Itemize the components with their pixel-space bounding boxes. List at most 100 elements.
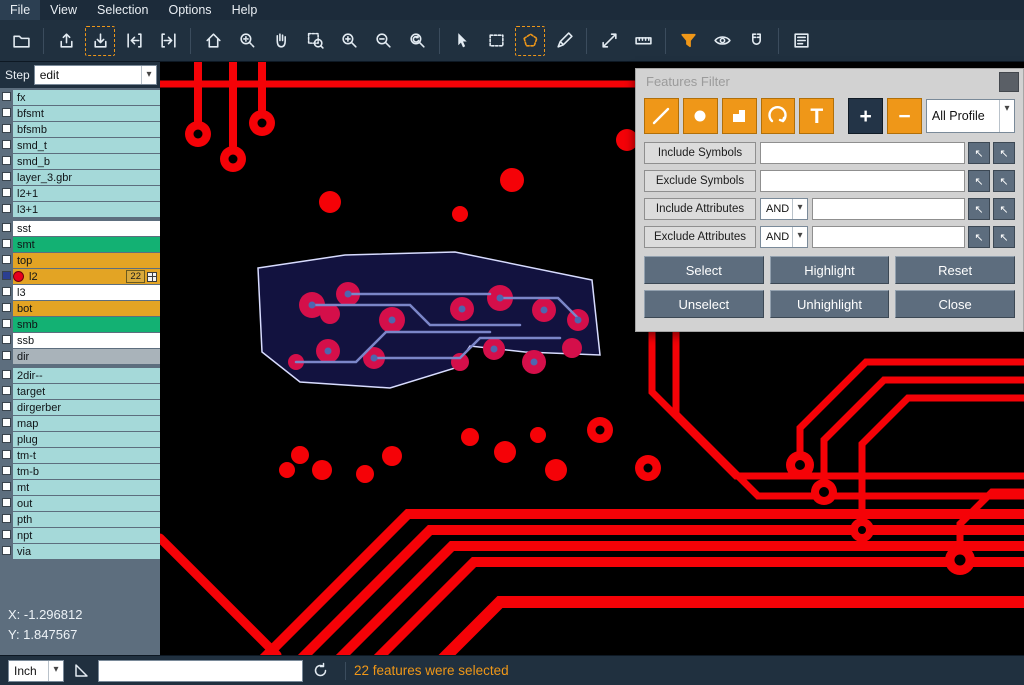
snap-magnet-icon[interactable] (741, 26, 771, 56)
layer-name[interactable]: out (17, 498, 32, 510)
pan-hand-icon[interactable] (266, 26, 296, 56)
layer-name[interactable]: l3+1 (17, 204, 38, 216)
measure-line-icon[interactable] (594, 26, 624, 56)
layer-name[interactable]: bfsmb (17, 124, 47, 136)
include-attributes-pick-add-button[interactable]: ↖ (993, 198, 1015, 220)
layer-name[interactable]: target (17, 386, 45, 398)
view-eye-icon[interactable] (707, 26, 737, 56)
layer-visibility-checkbox[interactable] (2, 271, 11, 280)
exclude-symbols-input[interactable] (760, 170, 965, 192)
unhighlight-button[interactable]: Unhighlight (770, 290, 890, 318)
layer-name[interactable]: smd_b (17, 156, 50, 168)
exclude-attributes-button[interactable]: Exclude Attributes (644, 226, 756, 248)
layer-name[interactable]: l3 (17, 287, 26, 299)
layer-visibility-checkbox[interactable] (2, 434, 11, 443)
layer-visibility-checkbox[interactable] (2, 255, 11, 264)
layer-row-map[interactable]: map (0, 416, 160, 431)
layer-row-pth[interactable]: pth (0, 512, 160, 527)
layer-row-top[interactable]: top (0, 253, 160, 268)
layer-name[interactable]: bfsmt (17, 108, 44, 120)
layer-row-dir[interactable]: dir (0, 349, 160, 364)
rectangle-select-icon[interactable] (481, 26, 511, 56)
layer-visibility-checkbox[interactable] (2, 140, 11, 149)
layer-visibility-checkbox[interactable] (2, 223, 11, 232)
layer-visibility-checkbox[interactable] (2, 108, 11, 117)
layer-visibility-checkbox[interactable] (2, 156, 11, 165)
menu-selection[interactable]: Selection (87, 0, 158, 20)
exclude-attributes-logic-select[interactable]: AND ▾ (760, 226, 808, 248)
layer-row-via[interactable]: via (0, 544, 160, 559)
layer-name[interactable]: l2 (29, 271, 38, 283)
pcb-canvas[interactable]: Features Filter T + − All Profile (160, 62, 1024, 655)
layer-name[interactable]: mt (17, 482, 29, 494)
layer-name[interactable]: dir (17, 351, 29, 363)
layer-visibility-checkbox[interactable] (2, 319, 11, 328)
dock-in-left-icon[interactable] (119, 26, 149, 56)
refresh-icon[interactable] (309, 660, 331, 682)
layer-visibility-checkbox[interactable] (2, 351, 11, 360)
menu-options[interactable]: Options (158, 0, 221, 20)
layer-name[interactable]: l2+1 (17, 188, 38, 200)
add-filter-button[interactable]: + (848, 98, 883, 134)
layer-name[interactable]: 2dir-- (17, 370, 43, 382)
layer-row-sst[interactable]: sst (0, 221, 160, 236)
open-folder-icon[interactable] (6, 26, 36, 56)
layer-row-ssb[interactable]: ssb (0, 333, 160, 348)
zoom-in-icon[interactable] (334, 26, 364, 56)
layer-row-l2plus1[interactable]: l2+1 (0, 186, 160, 201)
unit-select[interactable]: Inch ▾ (8, 660, 64, 682)
apply-brush-icon[interactable] (549, 26, 579, 56)
layer-row-mt[interactable]: mt (0, 480, 160, 495)
include-symbols-input[interactable] (760, 142, 965, 164)
pad-tool-button[interactable] (683, 98, 718, 134)
layer-name[interactable]: npt (17, 530, 32, 542)
layer-grid-icon[interactable] (147, 272, 157, 282)
remove-filter-button[interactable]: − (887, 98, 922, 134)
layer-visibility-checkbox[interactable] (2, 335, 11, 344)
arc-tool-button[interactable] (761, 98, 796, 134)
exclude-attributes-input[interactable] (812, 226, 965, 248)
dialog-title-bar[interactable]: Features Filter (636, 69, 1023, 94)
layer-name[interactable]: tm-t (17, 450, 36, 462)
layer-visibility-checkbox[interactable] (2, 546, 11, 555)
notes-panel-icon[interactable] (786, 26, 816, 56)
dialog-titlebar-button[interactable] (999, 72, 1019, 92)
layer-name[interactable]: via (17, 546, 31, 558)
exclude-symbols-button[interactable]: Exclude Symbols (644, 170, 756, 192)
include-symbols-pick-button[interactable]: ↖ (968, 142, 990, 164)
unselect-button[interactable]: Unselect (644, 290, 764, 318)
exclude-symbols-pick-button[interactable]: ↖ (968, 170, 990, 192)
corner-triangle-icon[interactable] (70, 660, 92, 682)
layer-name[interactable]: layer_3.gbr (17, 172, 72, 184)
layer-visibility-checkbox[interactable] (2, 402, 11, 411)
select-button[interactable]: Select (644, 256, 764, 284)
polygon-select-icon[interactable] (515, 26, 545, 56)
layer-visibility-checkbox[interactable] (2, 370, 11, 379)
layer-visibility-checkbox[interactable] (2, 386, 11, 395)
include-symbols-pick-add-button[interactable]: ↖ (993, 142, 1015, 164)
profile-filter-select[interactable]: All Profile ▾ (926, 99, 1015, 133)
close-button[interactable]: Close (895, 290, 1015, 318)
layer-visibility-checkbox[interactable] (2, 188, 11, 197)
features-filter-funnel-icon[interactable] (673, 26, 703, 56)
layer-visibility-checkbox[interactable] (2, 530, 11, 539)
layer-visibility-checkbox[interactable] (2, 172, 11, 181)
layer-visibility-checkbox[interactable] (2, 124, 11, 133)
include-attributes-button[interactable]: Include Attributes (644, 198, 756, 220)
layer-row-l3plus1[interactable]: l3+1 (0, 202, 160, 217)
layer-row-dirgerber[interactable]: dirgerber (0, 400, 160, 415)
layer-name[interactable]: smb (17, 319, 38, 331)
layer-row-npt[interactable]: npt (0, 528, 160, 543)
layer-row-bfsmt[interactable]: bfsmt (0, 106, 160, 121)
layer-visibility-checkbox[interactable] (2, 482, 11, 491)
layer-visibility-checkbox[interactable] (2, 204, 11, 213)
include-symbols-button[interactable]: Include Symbols (644, 142, 756, 164)
step-select[interactable]: edit ▾ (34, 65, 157, 85)
layer-visibility-checkbox[interactable] (2, 450, 11, 459)
zoom-refresh-icon[interactable] (402, 26, 432, 56)
exclude-attributes-pick-add-button[interactable]: ↖ (993, 226, 1015, 248)
select-cursor-icon[interactable] (447, 26, 477, 56)
layer-row-tm-b[interactable]: tm-b (0, 464, 160, 479)
layer-name[interactable]: smt (17, 239, 35, 251)
layer-row-target[interactable]: target (0, 384, 160, 399)
